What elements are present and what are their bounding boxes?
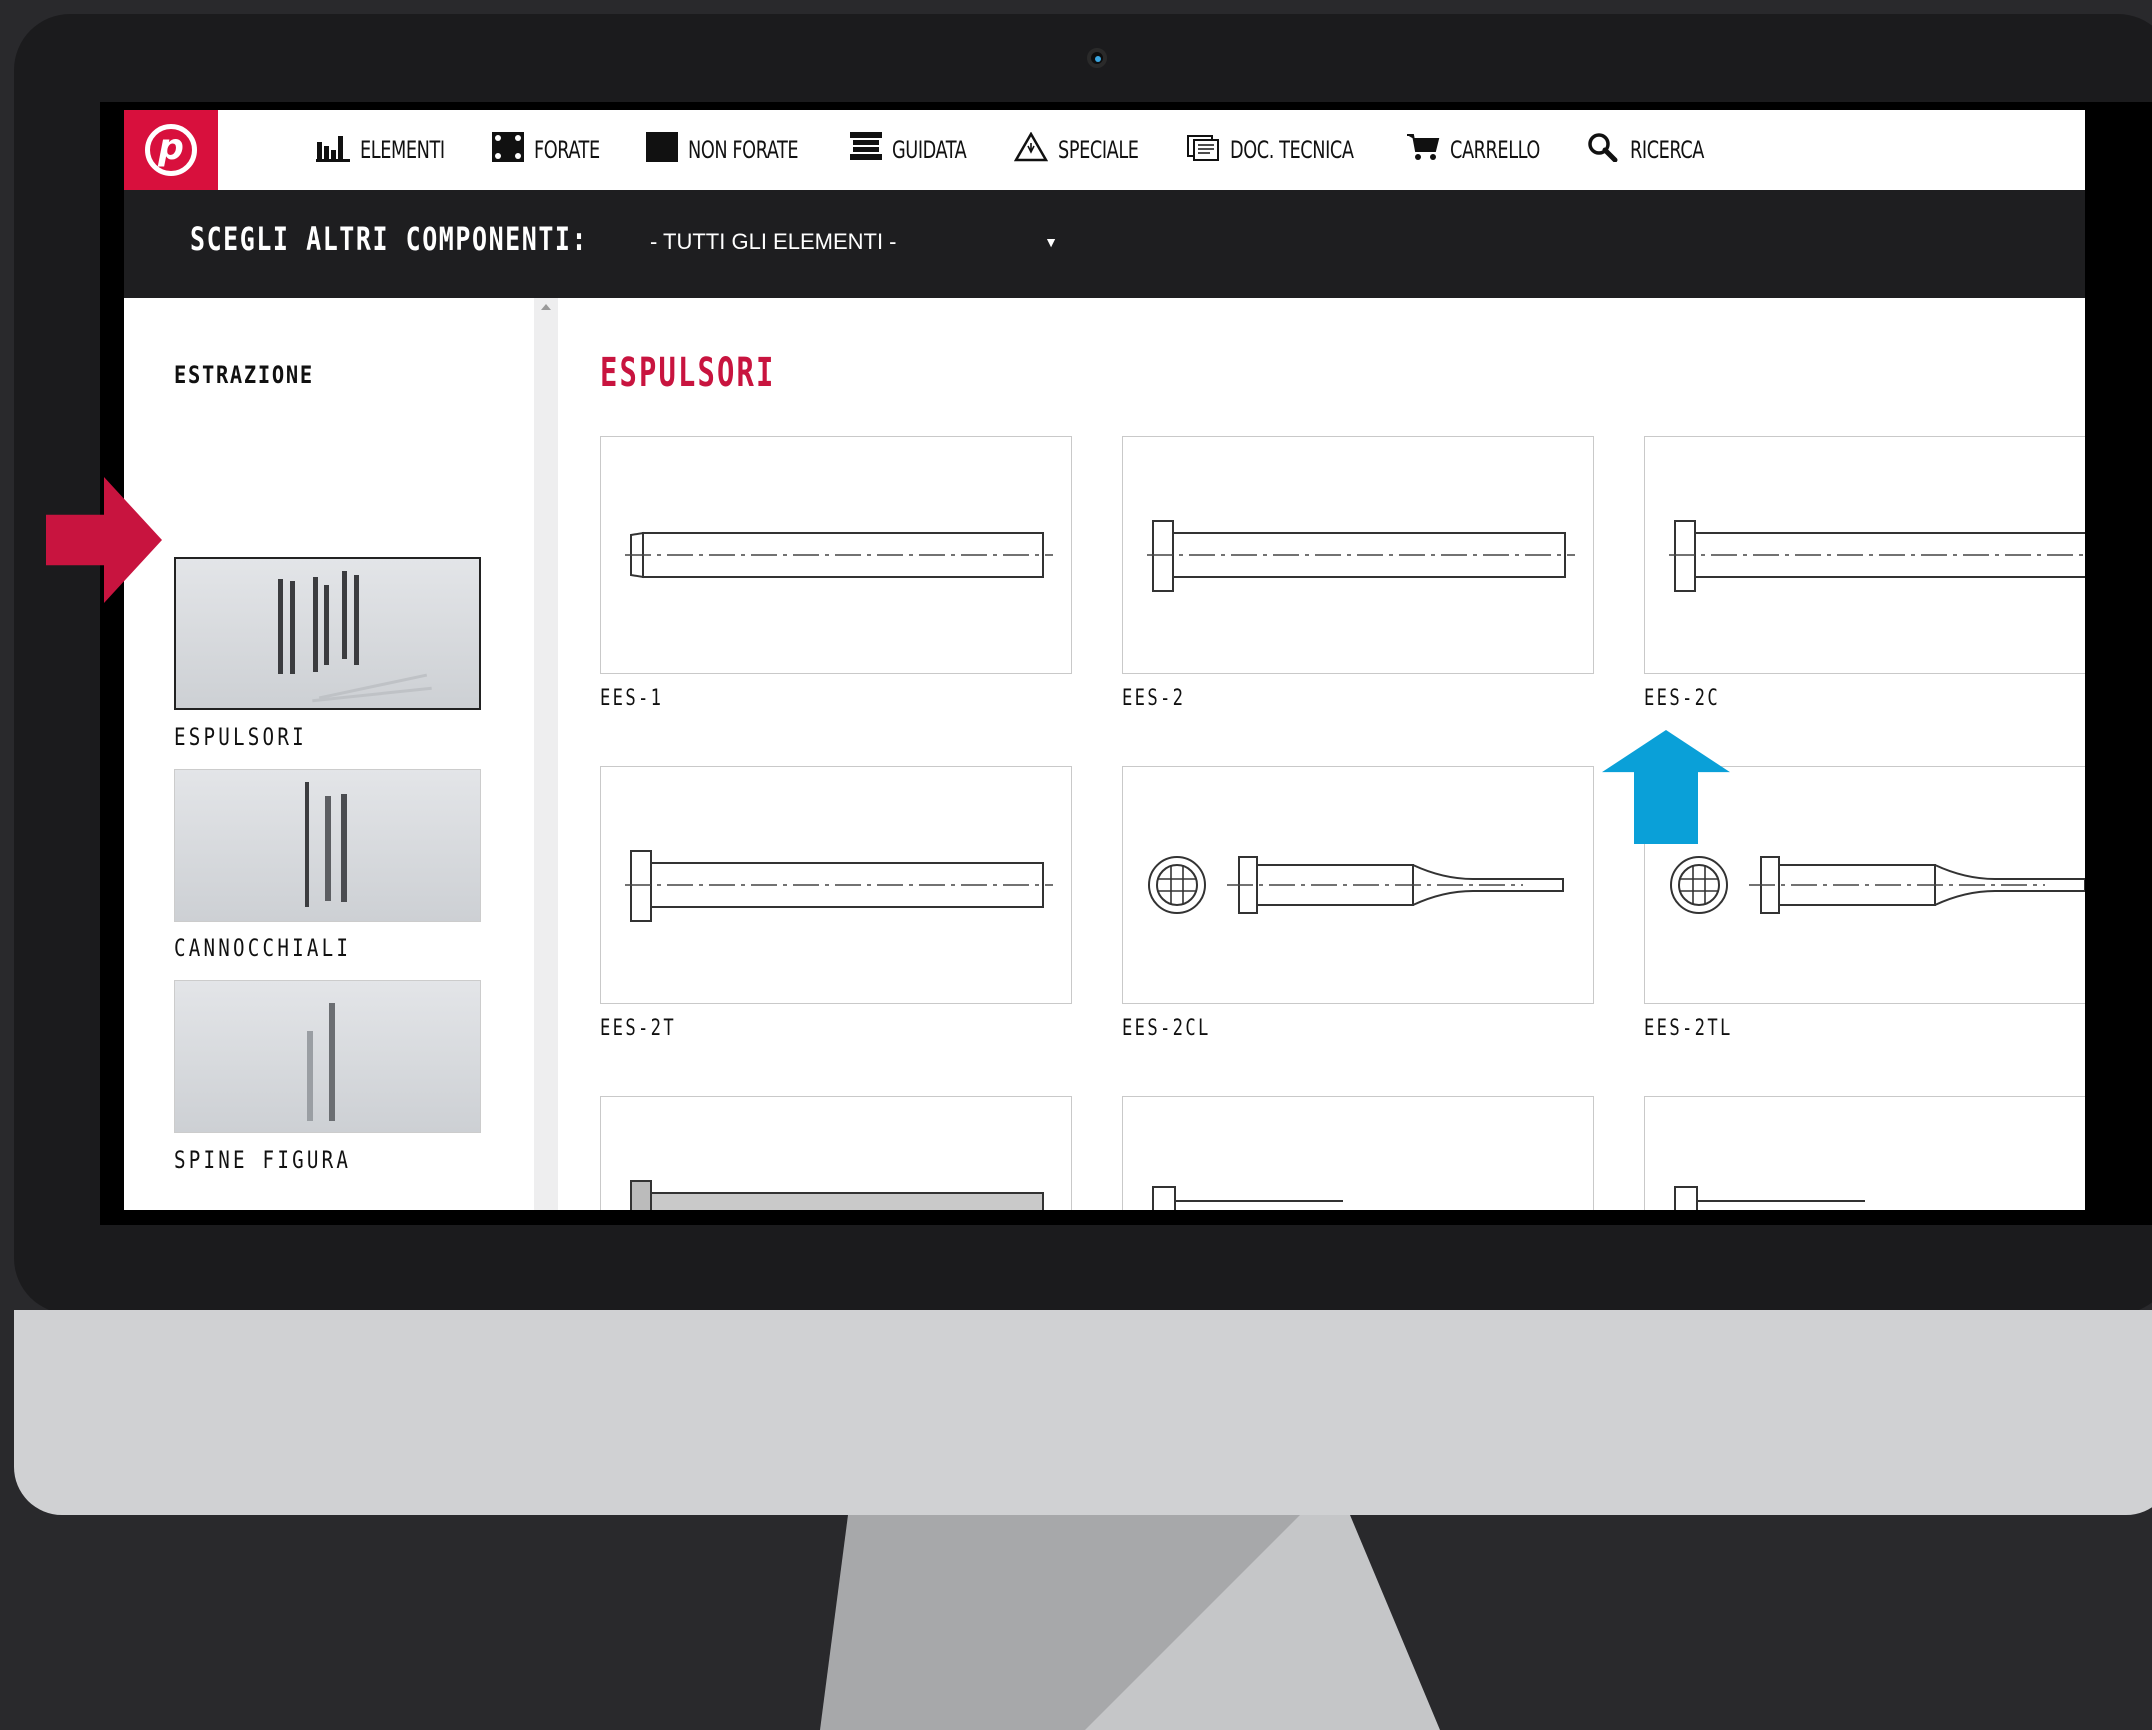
technical-drawing <box>1670 856 2085 914</box>
product-code[interactable]: EES-1 <box>600 686 663 711</box>
sidebar-item-cannocchiali-image[interactable] <box>174 769 481 922</box>
technical-drawing <box>630 1180 1044 1210</box>
nav-item-elementi[interactable]: ELEMENTI <box>316 110 463 190</box>
search-icon <box>1586 132 1620 169</box>
product-card[interactable] <box>1644 766 2085 1004</box>
sidebar-item-label[interactable]: CANNOCCHIALI <box>174 934 351 962</box>
nav-item-label: ELEMENTI <box>360 136 445 164</box>
technical-drawing <box>1147 520 1575 592</box>
top-navigation: p ELEMENTI FORATE NON FORATE GUIDATA SPE… <box>124 110 2085 190</box>
technical-drawing <box>1152 1186 1343 1210</box>
product-code[interactable]: EES-2T <box>600 1016 676 1041</box>
bar-chart-icon <box>316 132 350 169</box>
nav-item-label: FORATE <box>534 136 600 164</box>
product-code[interactable]: EES-2CL <box>1122 1016 1211 1041</box>
product-code[interactable]: EES-2C <box>1644 686 1720 711</box>
nav-item-label: NON FORATE <box>688 136 799 164</box>
nav-item-carrello[interactable]: CARRELLO <box>1406 110 1560 190</box>
selector-label: SCEGLI ALTRI COMPONENTI: <box>190 220 589 258</box>
sidebar-item-label[interactable]: SPINE FIGURA <box>174 1146 351 1174</box>
perforated-plate-icon <box>492 131 524 169</box>
caret-down-icon: ▼ <box>1044 234 1058 250</box>
product-card[interactable] <box>1644 436 2085 674</box>
logo-letter: p <box>158 127 184 168</box>
document-icon <box>1186 132 1220 169</box>
product-code[interactable]: EES-2 <box>1122 686 1185 711</box>
sidebar-title: ESTRAZIONE <box>174 361 314 389</box>
webcam-icon <box>1087 48 1107 68</box>
page-title: ESPULSORI <box>600 350 776 396</box>
product-card[interactable] <box>1122 766 1594 1004</box>
warning-triangle-icon <box>1013 130 1049 169</box>
product-card[interactable] <box>600 1096 1072 1210</box>
scroll-up-icon[interactable] <box>541 304 551 310</box>
nav-item-label: GUIDATA <box>892 136 967 164</box>
solid-plate-icon <box>646 131 678 169</box>
product-card[interactable] <box>1122 436 1594 674</box>
web-page: p ELEMENTI FORATE NON FORATE GUIDATA SPE… <box>124 110 2085 1210</box>
component-select[interactable]: - TUTTI GLI ELEMENTI - ▼ <box>650 220 1070 264</box>
brand-logo[interactable]: p <box>124 110 218 190</box>
monitor-chin <box>14 1310 2152 1515</box>
nav-item-speciale[interactable]: SPECIALE <box>1013 110 1156 190</box>
product-card[interactable] <box>1644 1096 2085 1210</box>
sidebar-item-espulsori-image[interactable] <box>174 557 481 710</box>
technical-drawing <box>1674 1186 1865 1210</box>
select-value: - TUTTI GLI ELEMENTI - <box>650 229 897 254</box>
guided-mold-icon <box>850 131 882 169</box>
technical-drawing <box>1148 856 1564 914</box>
product-code[interactable]: EES-2TL <box>1644 1016 1733 1041</box>
nav-item-guidata[interactable]: GUIDATA <box>850 110 983 190</box>
product-card[interactable] <box>600 436 1072 674</box>
sidebar-scrollbar[interactable] <box>534 298 558 1210</box>
component-selector-bar: SCEGLI ALTRI COMPONENTI: - TUTTI GLI ELE… <box>124 190 2085 298</box>
technical-drawing <box>625 850 1053 922</box>
cart-icon <box>1406 132 1440 169</box>
nav-item-doc-tecnica[interactable]: DOC. TECNICA <box>1186 110 1381 190</box>
nav-item-non-forate[interactable]: NON FORATE <box>646 110 822 190</box>
nav-item-label: RICERCA <box>1630 136 1705 164</box>
nav-item-forate[interactable]: FORATE <box>492 110 614 190</box>
category-sidebar: ESTRAZIONE ESPULSORI CANNOCCHIALI SPINE … <box>124 298 534 1210</box>
nav-item-label: SPECIALE <box>1058 136 1139 164</box>
product-card[interactable] <box>600 766 1072 1004</box>
technical-drawing <box>625 531 1053 579</box>
product-grid-area: ESPULSORI EES-1 EES-2 EES-2C EES-2T EES-2CL E… <box>558 298 2085 1210</box>
nav-item-label: CARRELLO <box>1450 136 1540 164</box>
nav-item-label: DOC. TECNICA <box>1230 136 1354 164</box>
nav-item-ricerca[interactable]: RICERCA <box>1586 110 1720 190</box>
technical-drawing <box>1669 520 2085 592</box>
sidebar-item-spine-figura-image[interactable] <box>174 980 481 1133</box>
sidebar-item-label[interactable]: ESPULSORI <box>174 723 307 751</box>
product-card[interactable] <box>1122 1096 1594 1210</box>
